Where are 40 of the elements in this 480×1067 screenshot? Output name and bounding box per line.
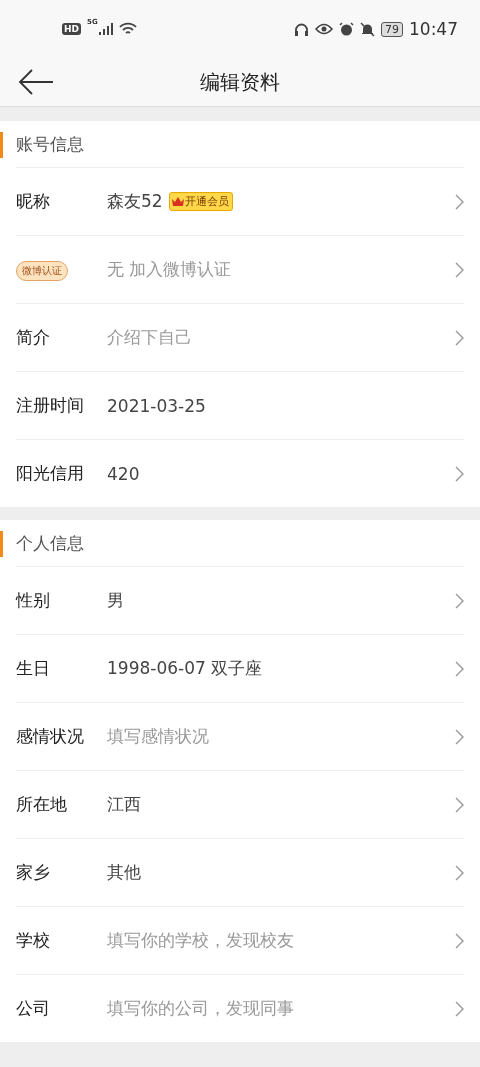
row-label: 阳光信用 bbox=[16, 462, 85, 485]
row-value: 420 bbox=[107, 463, 140, 484]
muted-bell-icon bbox=[360, 21, 375, 37]
page-title: 编辑资料 bbox=[200, 68, 280, 96]
row-value: 介绍下自己 bbox=[107, 326, 192, 349]
row-value: 2021-03-25 bbox=[107, 395, 206, 416]
row-label: 感情状况 bbox=[16, 725, 85, 748]
eye-icon bbox=[315, 23, 333, 35]
accent-bar bbox=[0, 531, 3, 557]
row-value: 其他 bbox=[107, 861, 141, 884]
headphones-icon bbox=[294, 21, 309, 37]
row-label: 简介 bbox=[16, 326, 51, 349]
signal-icon bbox=[98, 23, 113, 35]
row-value: 无 加入微博认证 bbox=[107, 258, 232, 281]
row-value: 男 bbox=[107, 589, 124, 612]
hd-indicator: HD bbox=[62, 23, 81, 35]
row-label: 公司 bbox=[16, 997, 51, 1020]
row-value: 填写你的公司，发现同事 bbox=[107, 997, 294, 1020]
row-value: 森友52 bbox=[107, 190, 163, 213]
row-value: 填写你的学校，发现校友 bbox=[107, 929, 294, 952]
accent-bar bbox=[0, 132, 3, 158]
back-arrow-icon[interactable] bbox=[18, 68, 54, 96]
row-label: 性别 bbox=[16, 589, 51, 612]
row-value: 填写感情状况 bbox=[107, 725, 209, 748]
clock-time: 10:47 bbox=[409, 19, 458, 39]
vip-badge[interactable]: 开通会员 bbox=[168, 192, 233, 211]
row-label: 注册时间 bbox=[16, 394, 85, 417]
battery-level: 79 bbox=[381, 21, 403, 37]
wifi-icon bbox=[118, 22, 137, 36]
section-title: 个人信息 bbox=[16, 531, 84, 555]
row-label: 生日 bbox=[16, 657, 51, 680]
alarm-icon bbox=[339, 21, 354, 37]
row-label: 学校 bbox=[16, 929, 51, 952]
row-label: 昵称 bbox=[16, 190, 51, 213]
row-label: 家乡 bbox=[16, 861, 51, 884]
row-value: 江西 bbox=[107, 793, 141, 816]
verification-tag: 微博认证 bbox=[16, 260, 68, 281]
section-title: 账号信息 bbox=[16, 132, 84, 156]
row-label: 所在地 bbox=[16, 793, 68, 816]
row-value: 1998-06-07 双子座 bbox=[107, 657, 263, 680]
